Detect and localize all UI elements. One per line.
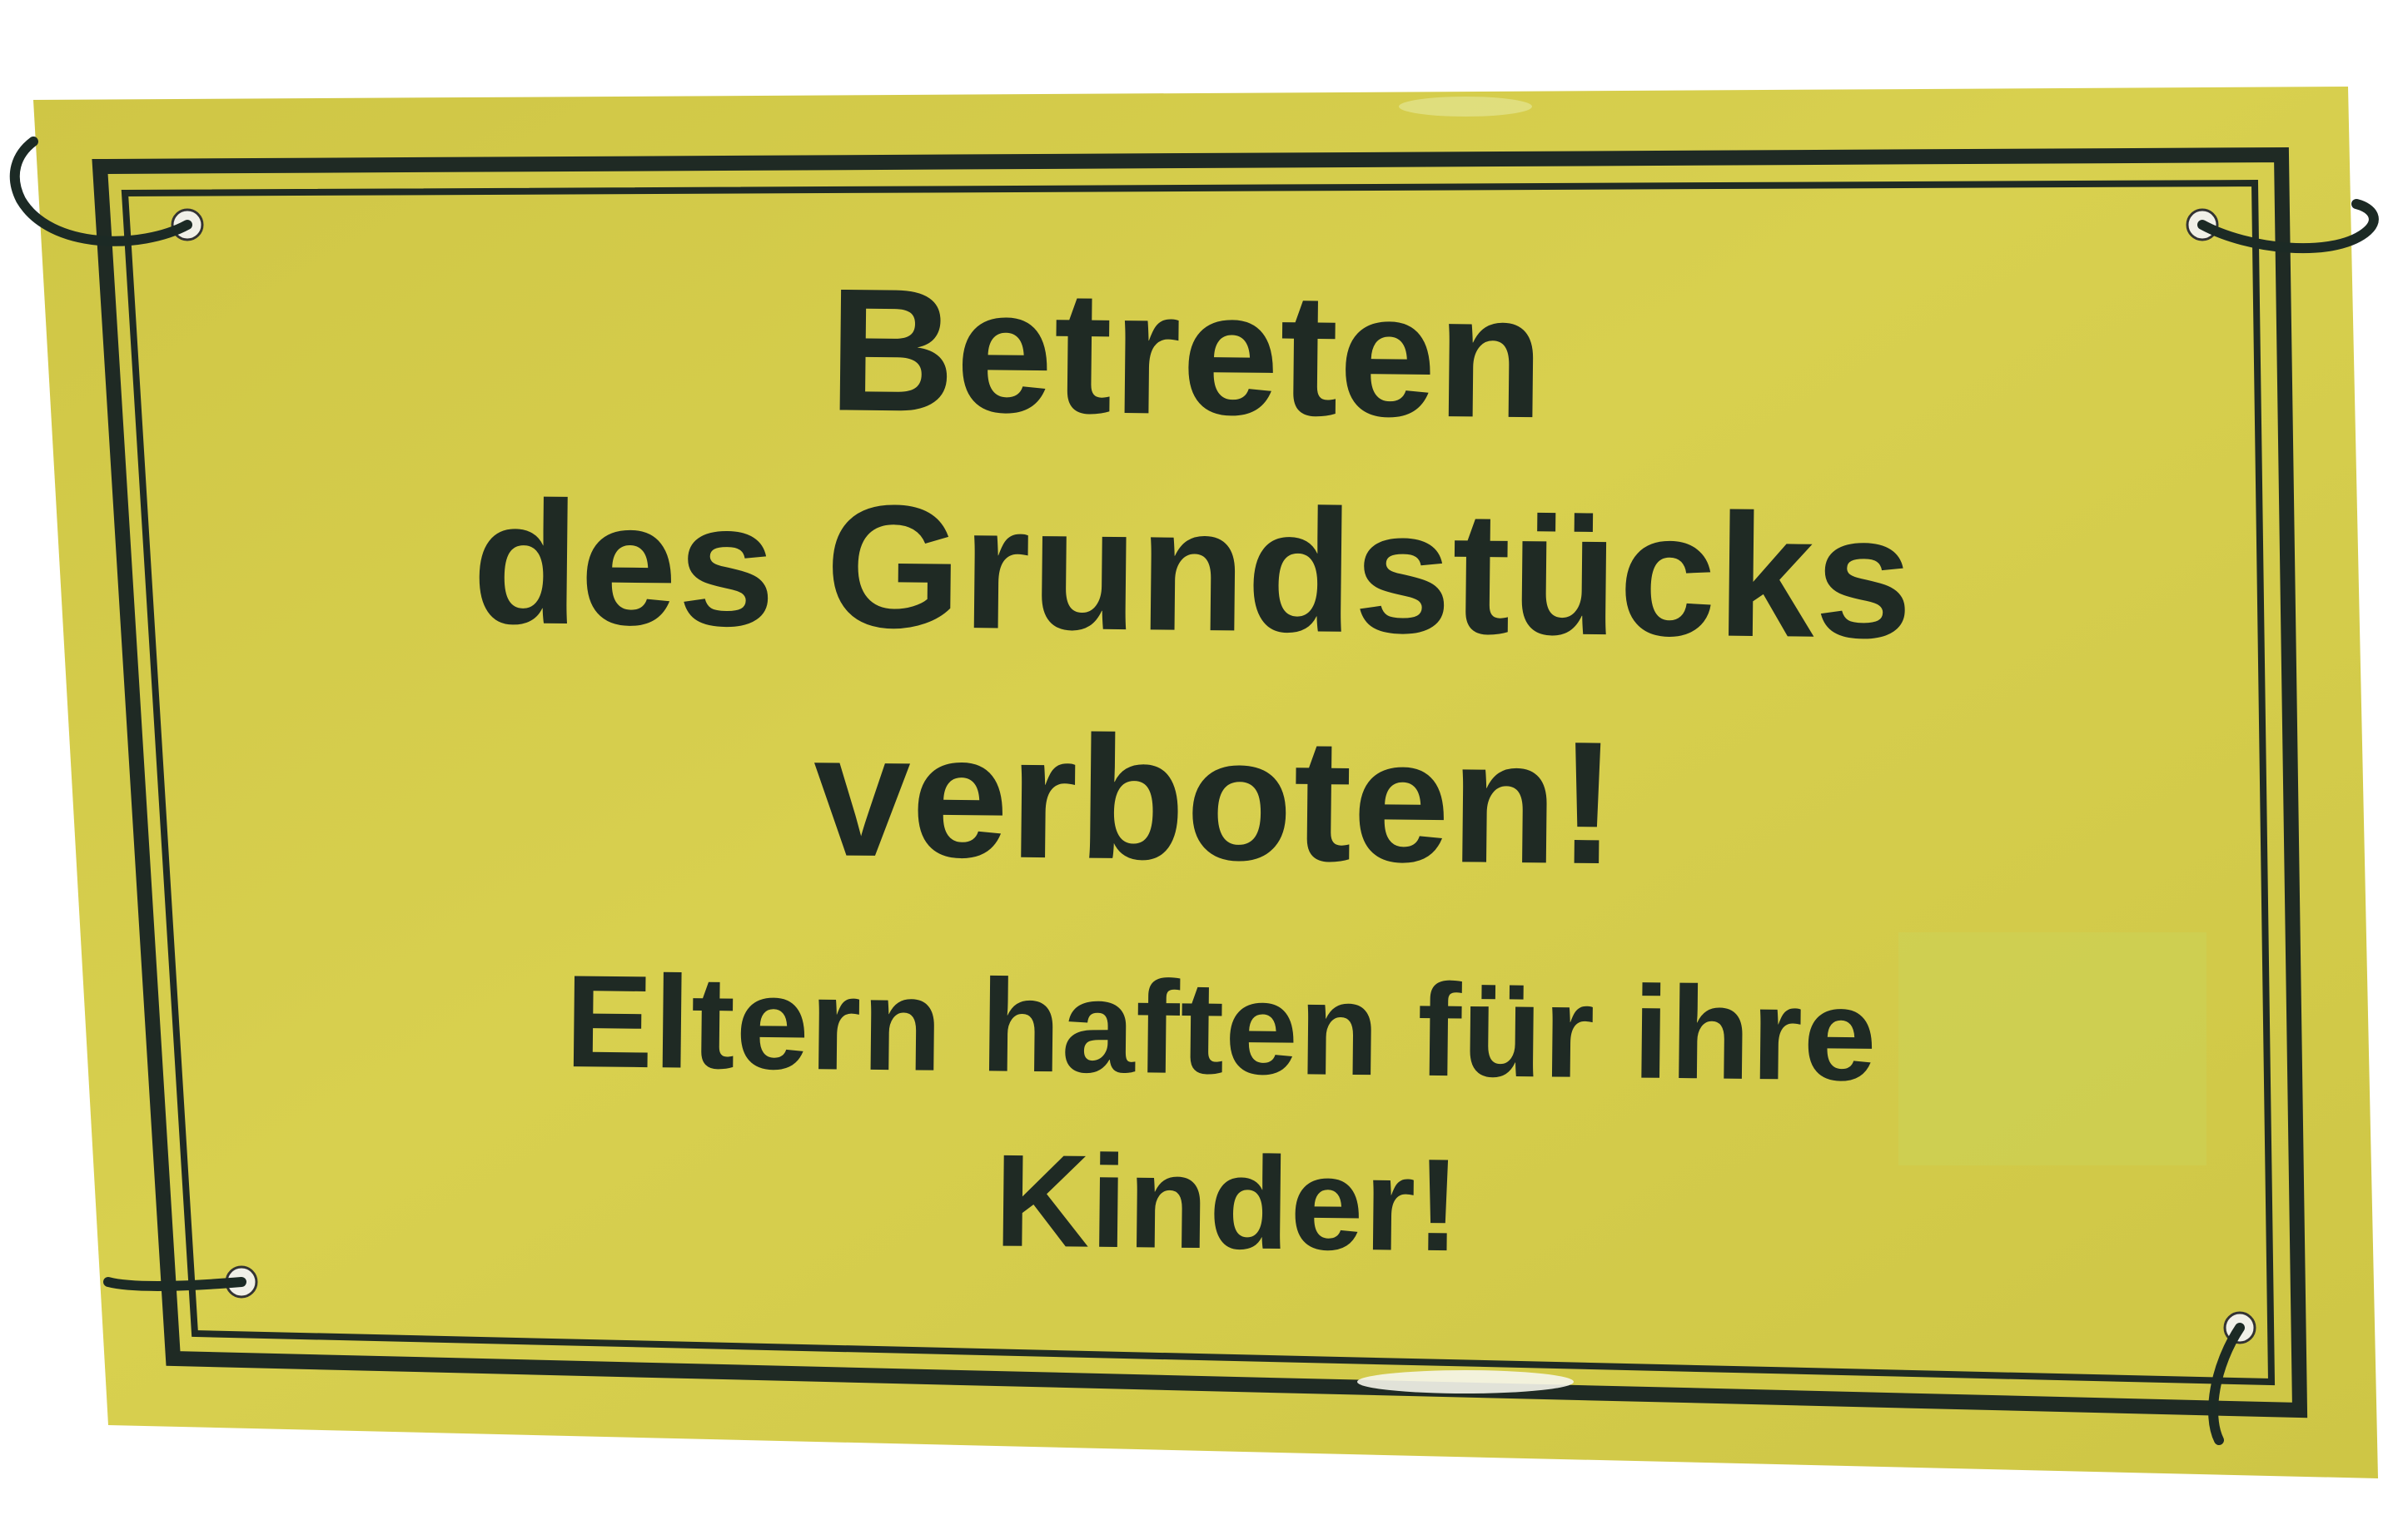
glare-top (1399, 97, 1532, 117)
photo-scene: Betreten des Grundstücks verboten! Elter… (0, 0, 2393, 1540)
sign-text: Betreten des Grundstücks verboten! Elter… (128, 239, 2271, 1302)
sign-line-5: Kinder! (993, 1127, 1462, 1279)
sign-line-3: verboten! (812, 697, 1619, 902)
sign-line-1: Betreten (828, 251, 1546, 455)
sign-line-2: des Grundstücks (471, 464, 1914, 675)
sign-line-4: Eltern haften für ihre (564, 948, 1878, 1109)
glare-bottom (1357, 1370, 1574, 1393)
wire-tie-bottom-left (103, 1277, 246, 1291)
